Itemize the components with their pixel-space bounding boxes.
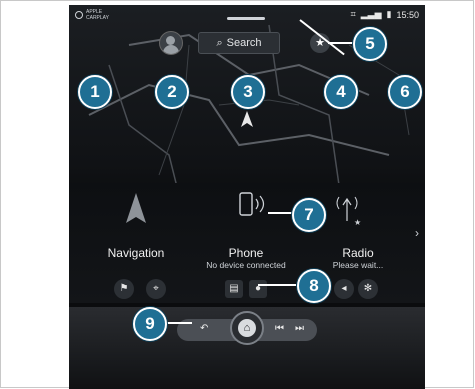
search-button[interactable]: ⌕ Search bbox=[198, 32, 280, 54]
callout-5: 5 bbox=[353, 27, 387, 61]
radio-settings-button[interactable]: ✻ bbox=[358, 279, 378, 299]
search-icon: ⌕ bbox=[216, 36, 223, 49]
bottom-dock: ↶ ⌂ ⏮ ⏭ bbox=[69, 307, 425, 389]
widget-row: ★ › Navigation Phone No device connected… bbox=[69, 183, 425, 303]
search-label: Search bbox=[226, 37, 262, 49]
leader-line-9 bbox=[164, 322, 192, 324]
callout-3: 3 bbox=[231, 75, 265, 109]
carplay-icon bbox=[75, 11, 83, 19]
location-arrow-icon bbox=[241, 111, 253, 127]
radio-tile-status: Please wait... bbox=[332, 260, 384, 270]
callout-4: 4 bbox=[324, 75, 358, 109]
device-list-icon: ▤ bbox=[229, 283, 239, 294]
back-icon[interactable]: ↶ bbox=[200, 323, 208, 334]
callout-2: 2 bbox=[155, 75, 189, 109]
nav-destination-button[interactable]: ⚑ bbox=[114, 279, 134, 299]
phone-tile-status: No device connected bbox=[206, 260, 286, 270]
callout-6: 6 bbox=[388, 75, 422, 109]
carplay-indicator[interactable]: APPLE CARPLAY bbox=[75, 9, 109, 21]
leader-line-7 bbox=[268, 212, 294, 214]
drag-handle[interactable] bbox=[227, 17, 265, 20]
radio-antenna-icon bbox=[342, 197, 352, 221]
nav-poi-button[interactable]: ⌖ bbox=[146, 279, 166, 299]
callout-9: 9 bbox=[133, 307, 167, 341]
speaker-icon: ◂ bbox=[341, 283, 347, 294]
flag-route-icon: ⚑ bbox=[119, 283, 129, 294]
status-time: 15:50 bbox=[396, 9, 419, 20]
callout-8: 8 bbox=[297, 269, 331, 303]
leader-line-8 bbox=[258, 284, 296, 286]
callout-1: 1 bbox=[78, 75, 112, 109]
phone-icon bbox=[239, 192, 253, 216]
navigation-arrow-icon bbox=[126, 193, 146, 223]
battery-icon: ▮ bbox=[386, 9, 392, 19]
carplay-label-line2: CARPLAY bbox=[86, 15, 109, 21]
phone-tile-label[interactable]: Phone bbox=[201, 246, 291, 260]
bluetooth-icon: ⌗ bbox=[350, 9, 356, 19]
gear-icon: ✻ bbox=[363, 283, 373, 294]
next-track-icon[interactable]: ⏭ bbox=[295, 323, 304, 334]
phone-devices-button[interactable]: ▤ bbox=[225, 280, 243, 298]
svg-text:›: › bbox=[415, 226, 419, 240]
home-button[interactable]: ⌂ bbox=[230, 311, 264, 345]
profile-avatar-button[interactable] bbox=[159, 31, 183, 55]
svg-text:★: ★ bbox=[354, 218, 361, 227]
head-unit-screen: APPLE CARPLAY ⌗ ▂▃▅ ▮ 15:50 ⌕ Search ★ ★… bbox=[69, 5, 425, 389]
signal-bars-icon: ▂▃▅ bbox=[360, 9, 382, 19]
navigation-tile-label[interactable]: Navigation bbox=[91, 246, 181, 260]
status-bar: ⌗ ▂▃▅ ▮ 15:50 bbox=[351, 9, 419, 20]
radio-volume-button[interactable]: ◂ bbox=[334, 279, 354, 299]
previous-track-icon[interactable]: ⏮ bbox=[275, 323, 284, 334]
callout-7: 7 bbox=[292, 198, 326, 232]
phone-contacts-button[interactable]: ● bbox=[249, 280, 267, 298]
radio-tile-label[interactable]: Radio bbox=[313, 246, 403, 260]
home-icon: ⌂ bbox=[243, 322, 251, 334]
location-pin-icon: ⌖ bbox=[153, 283, 159, 294]
